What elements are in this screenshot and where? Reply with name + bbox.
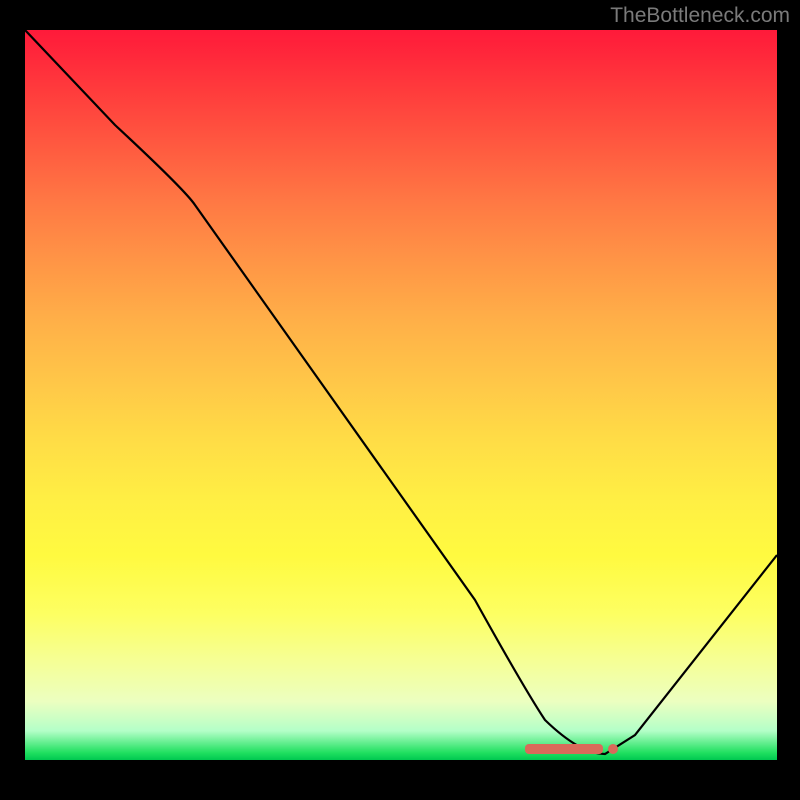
- marker-bar: [525, 744, 603, 754]
- curve-svg: [25, 30, 777, 760]
- marker-end-dot: [608, 744, 618, 754]
- chart-container: TheBottleneck.com: [0, 0, 800, 800]
- watermark-text: TheBottleneck.com: [610, 4, 790, 28]
- bottleneck-curve-path: [25, 30, 777, 754]
